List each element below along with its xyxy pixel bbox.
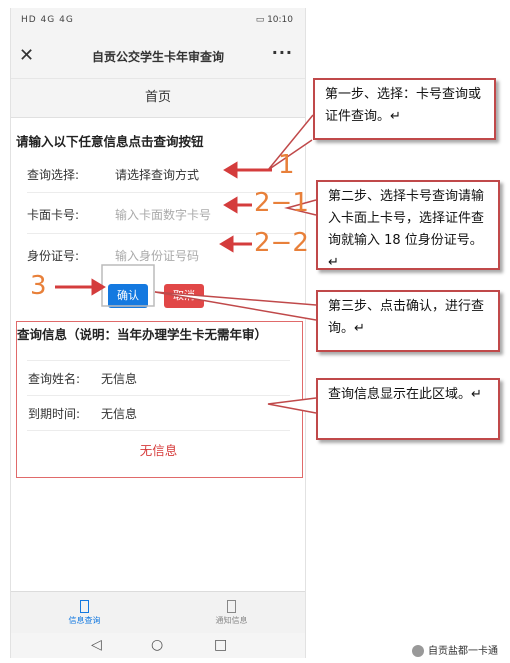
watermark: 自贡盐都一卡通	[412, 642, 498, 657]
watermark-text: 自贡盐都一卡通	[428, 646, 498, 657]
arrow-head-2	[223, 196, 238, 214]
callout-pointer-4	[267, 397, 317, 414]
step-number-3: 3	[30, 271, 47, 301]
wechat-icon	[412, 645, 424, 657]
arrow-head-1	[223, 161, 238, 179]
callout-step4: 查询信息显示在此区域。↵	[316, 378, 500, 440]
step-number-2-1: 2−1	[254, 188, 309, 218]
step-number-1: 1	[278, 150, 295, 180]
callout-step1: 第一步、选择：卡号查询或证件查询。↵	[313, 78, 496, 140]
callout-step2: 第二步、选择卡号查询请输入卡面上卡号，选择证件查询就输入 18 位身份证号。↵	[316, 180, 500, 270]
arrow-head-3	[219, 235, 234, 253]
callout-step3: 第三步、点击确认，进行查询。↵	[316, 290, 500, 352]
callout-pointer-3	[154, 291, 317, 321]
confirm-highlight-box	[101, 264, 155, 307]
step-number-2-2: 2−2	[254, 228, 309, 258]
